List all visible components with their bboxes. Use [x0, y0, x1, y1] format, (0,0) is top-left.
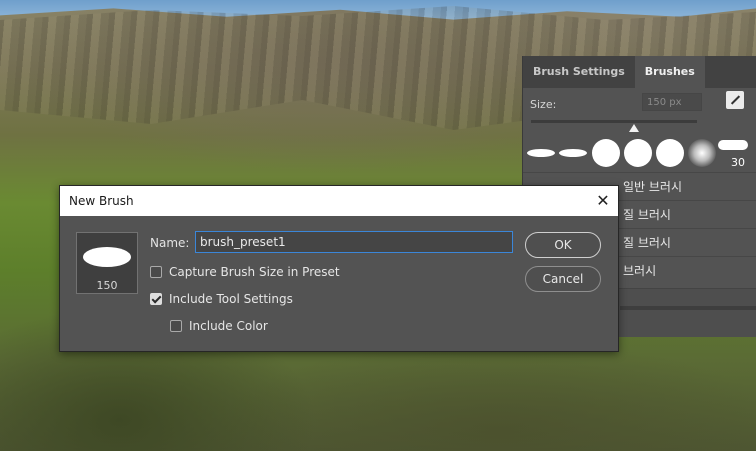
- brush-tip-round[interactable]: [654, 138, 686, 168]
- brush-tip-oval[interactable]: [558, 138, 590, 168]
- brush-tip-round-hard[interactable]: [590, 138, 622, 168]
- size-slider-thumb[interactable]: [629, 124, 639, 132]
- tab-brushes[interactable]: Brushes: [634, 56, 705, 88]
- option-label: Include Tool Settings: [169, 292, 293, 306]
- close-icon[interactable]: ✕: [592, 190, 614, 212]
- size-row: Size: 150 px: [530, 91, 750, 116]
- option-label: Include Color: [189, 319, 268, 333]
- dialog-titlebar[interactable]: New Brush ✕: [60, 186, 618, 216]
- checkbox-include-color[interactable]: [170, 320, 182, 332]
- brush-tip-flat-oval[interactable]: [526, 138, 558, 168]
- name-input[interactable]: [195, 231, 513, 253]
- brush-tips-row: 30: [526, 138, 756, 170]
- name-label: Name:: [150, 236, 190, 250]
- cancel-button[interactable]: Cancel: [525, 266, 601, 292]
- ok-button[interactable]: OK: [525, 232, 601, 258]
- brush-tip-round-selected[interactable]: [622, 138, 654, 168]
- brush-preview-shape: [83, 247, 131, 267]
- size-value-field[interactable]: 150 px: [642, 93, 702, 111]
- brush-edit-icon[interactable]: [726, 91, 744, 109]
- list-item-label: 질 브러시: [623, 236, 671, 250]
- panel-tabs: Brush Settings Brushes: [523, 56, 756, 88]
- list-item-label: 브러시: [623, 264, 657, 278]
- checkbox-capture-brush-size[interactable]: [150, 266, 162, 278]
- panel-scrollbar[interactable]: [620, 306, 756, 310]
- brush-preview: 150: [76, 232, 138, 294]
- brush-tip-soft[interactable]: [686, 138, 718, 168]
- checkbox-include-tool-settings[interactable]: [150, 293, 162, 305]
- brush-preview-size: 150: [96, 279, 118, 292]
- dialog-title: New Brush: [69, 194, 134, 208]
- list-item-label: 일반 브러시: [623, 180, 683, 194]
- tab-brush-settings[interactable]: Brush Settings: [523, 56, 635, 88]
- brush-tip-size-number: 30: [731, 156, 745, 169]
- size-label: Size:: [530, 98, 557, 111]
- size-slider-track[interactable]: [531, 120, 697, 123]
- new-brush-dialog: New Brush ✕ 150 Name: Capture Brush Size…: [59, 185, 619, 352]
- option-label: Capture Brush Size in Preset: [169, 265, 340, 279]
- list-item-label: 질 브러시: [623, 208, 671, 222]
